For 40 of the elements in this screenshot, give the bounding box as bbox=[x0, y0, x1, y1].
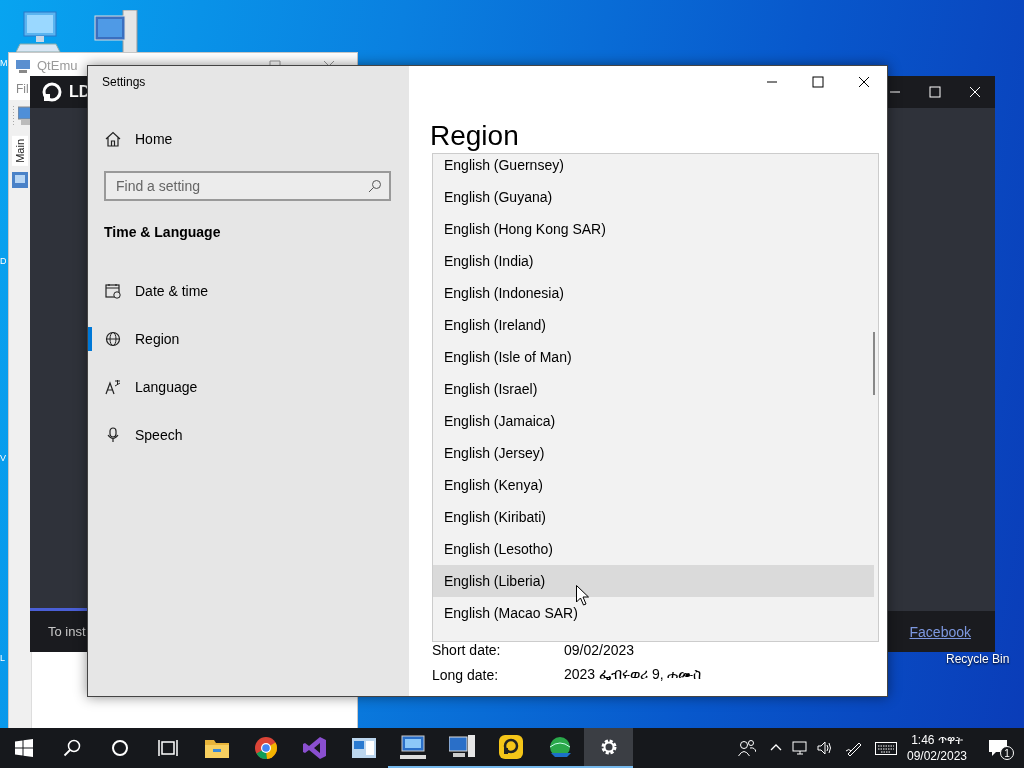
format-value: 2023 ፌብሩወሪ 9, ሐሙስ bbox=[564, 666, 703, 683]
notification-badge: 1 bbox=[1000, 746, 1014, 760]
list-item[interactable]: English (Isle of Man) bbox=[433, 341, 874, 373]
list-item[interactable]: English (Liberia) bbox=[433, 565, 874, 597]
list-item[interactable]: English (Macao SAR) bbox=[433, 597, 874, 629]
nav-item[interactable]: Speech bbox=[88, 411, 409, 459]
list-item[interactable]: English (Guyana) bbox=[433, 181, 874, 213]
list-item[interactable]: English (India) bbox=[433, 245, 874, 277]
nav-item[interactable]: Date & time bbox=[88, 267, 409, 315]
icon-label: D bbox=[0, 256, 7, 266]
list-item[interactable]: English (Jersey) bbox=[433, 437, 874, 469]
search-field[interactable]: Find a setting bbox=[104, 171, 391, 201]
icon-label[interactable]: Recycle Bin bbox=[946, 652, 1010, 666]
list-item[interactable]: English (Kenya) bbox=[433, 469, 874, 501]
page-title: Region bbox=[430, 119, 520, 153]
menu-item[interactable]: Fil bbox=[16, 82, 29, 96]
nav-item[interactable]: Region bbox=[88, 315, 409, 363]
list-item[interactable]: English (Jamaica) bbox=[433, 405, 874, 437]
vertical-tab[interactable]: Main bbox=[12, 136, 28, 166]
list-item[interactable]: English (Hong Kong SAR) bbox=[433, 213, 874, 245]
format-value: 09/02/2023 bbox=[564, 641, 636, 658]
list-item[interactable]: English (Lesotho) bbox=[433, 533, 874, 565]
footer-text: To inst bbox=[48, 624, 86, 639]
format-label: Long date: bbox=[432, 666, 500, 683]
list-item[interactable]: English (Kiribati) bbox=[433, 501, 874, 533]
link[interactable]: Facebook bbox=[909, 623, 971, 640]
nav-item[interactable]: Home bbox=[88, 119, 409, 159]
icon-label: M bbox=[0, 58, 8, 68]
list-item[interactable]: English (Indonesia) bbox=[433, 277, 874, 309]
clock[interactable]: 1:46 ጥዋት 09/02/2023 bbox=[902, 728, 972, 768]
list-item[interactable]: English (Guernsey) bbox=[433, 154, 874, 181]
list-item[interactable]: English (Ireland) bbox=[433, 309, 874, 341]
format-label: Short date: bbox=[432, 641, 502, 658]
icon-label: V bbox=[0, 453, 6, 463]
list-item[interactable]: English (Israel) bbox=[433, 373, 874, 405]
window-title: QtEmu bbox=[37, 58, 78, 73]
section-heading: Time & Language bbox=[104, 223, 222, 242]
nav-item[interactable]: Language bbox=[88, 363, 409, 411]
window-title: Settings bbox=[102, 75, 146, 89]
icon-label: L bbox=[0, 653, 5, 663]
